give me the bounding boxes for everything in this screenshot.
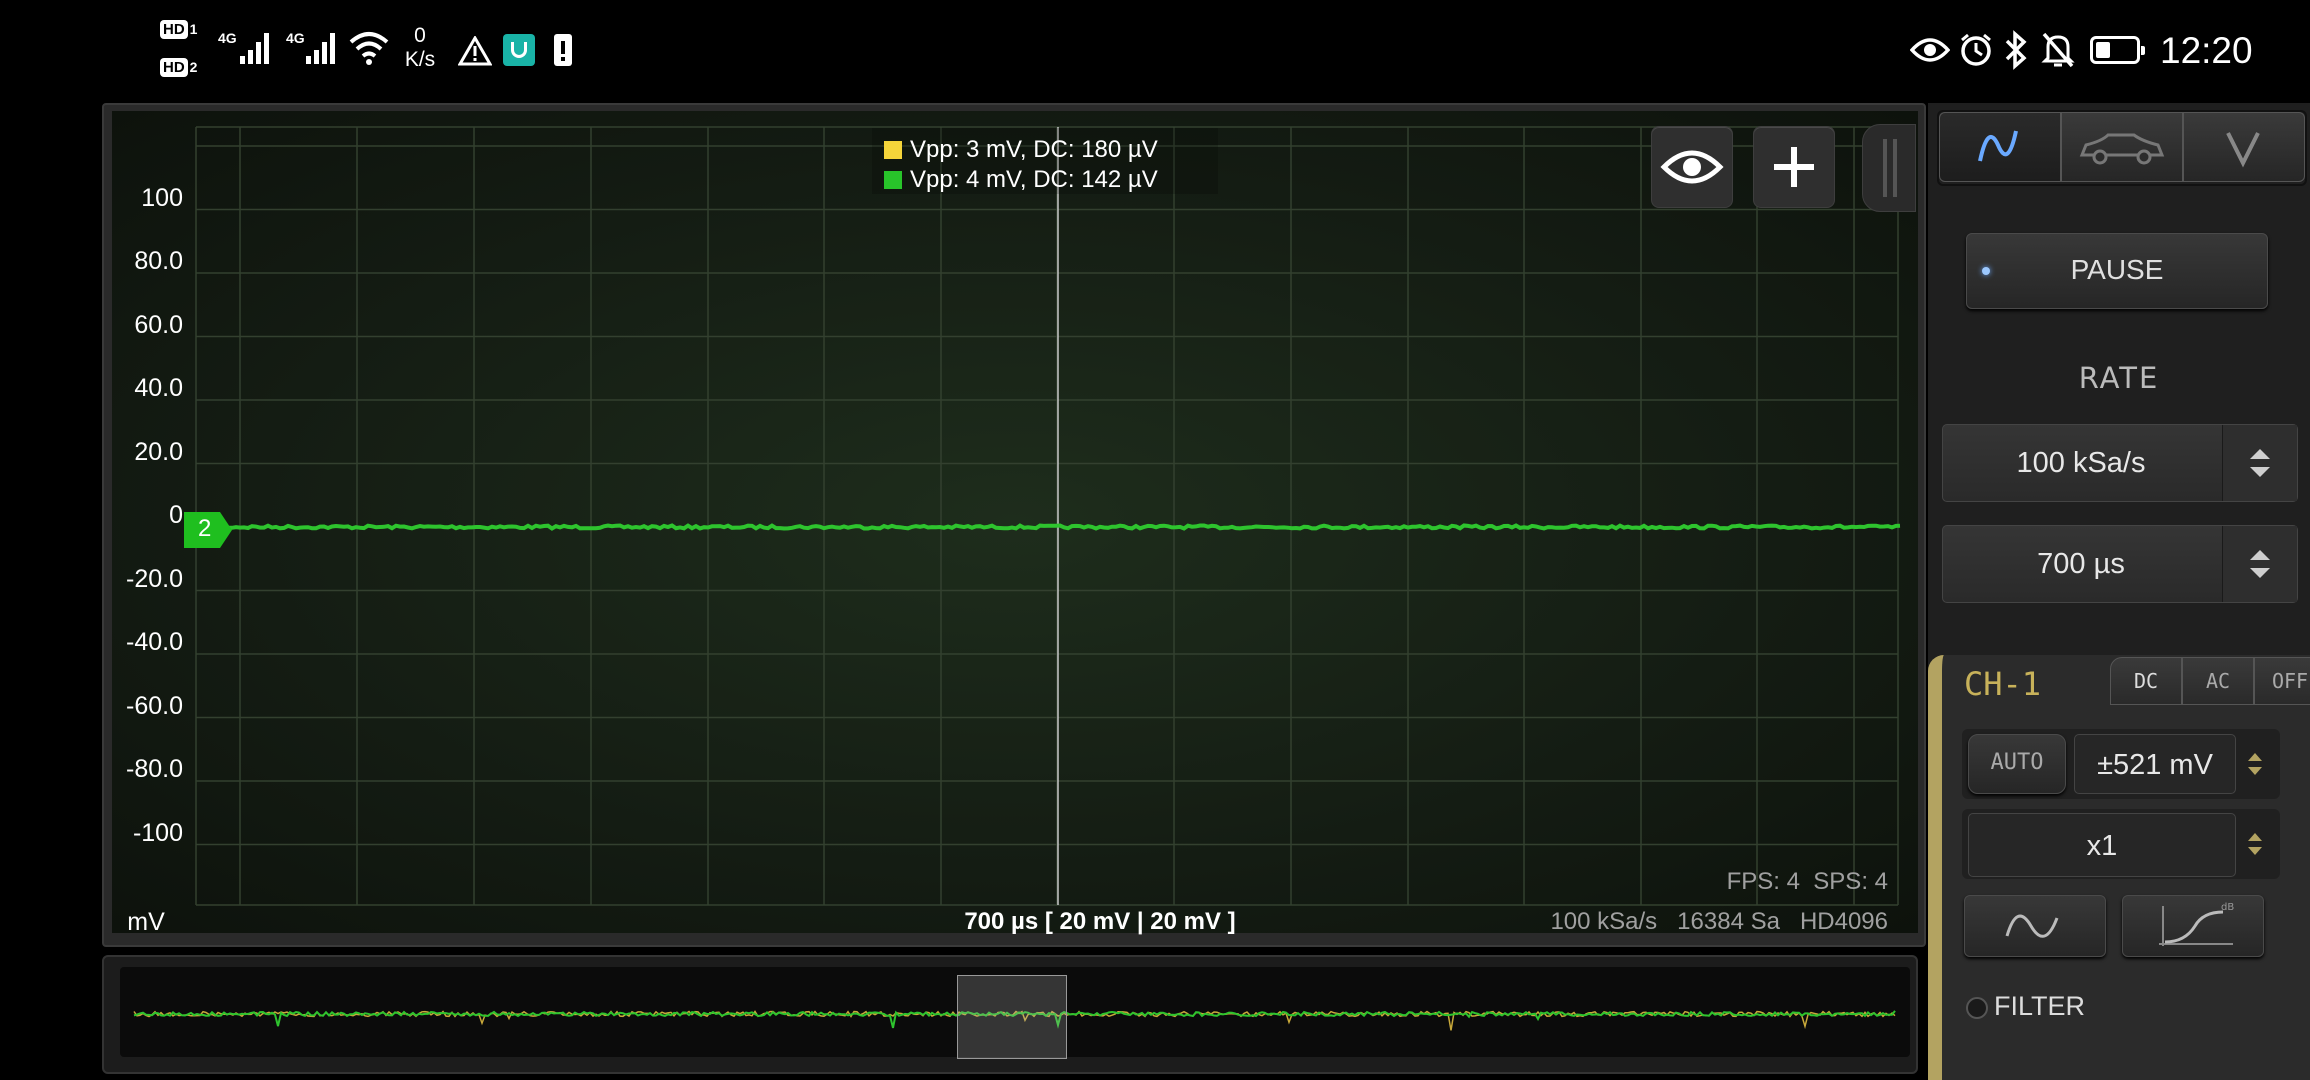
coupling-ac-button[interactable]: AC (2182, 657, 2254, 705)
y-tick-label: -40.0 (126, 628, 183, 656)
channel-2-trace (198, 523, 1901, 531)
eye-icon (1660, 150, 1724, 184)
timebase-readout: 700 µs [ 20 mV | 20 mV ] (964, 908, 1236, 935)
range-select[interactable]: ±521 mV (2074, 734, 2236, 794)
channel-2-marker[interactable]: 2 (184, 512, 234, 553)
up-down-arrows-icon (2250, 550, 2270, 578)
filter-indicator[interactable] (1966, 997, 1988, 1019)
plus-icon (1774, 147, 1814, 187)
sample-rate-value: 100 kSa/s (2016, 447, 2146, 479)
probe-value: x1 (2086, 830, 2118, 862)
tab-voltmeter[interactable] (2183, 112, 2305, 182)
overview-viewport-window[interactable] (957, 975, 1067, 1059)
filter-response-button[interactable]: dB (2122, 895, 2264, 957)
y-tick-label: -20.0 (126, 564, 183, 593)
sine-wave-icon (1978, 130, 2018, 162)
pause-label: PAUSE (2070, 254, 2164, 285)
channel-1-title: CH-1 (1964, 665, 2042, 703)
auto-label: AUTO (1990, 750, 2044, 775)
view-toggle-button[interactable] (1651, 126, 1733, 208)
legend-swatch-ch1 (884, 141, 902, 159)
legend-text-ch2: Vpp: 4 mV, DC: 142 µV (910, 166, 1158, 193)
sample-rate-spinner[interactable] (2222, 425, 2297, 501)
filter-curve-icon: dB (2159, 902, 2234, 946)
coupling-selector: DC AC OFF (2110, 657, 2310, 705)
fps-sps-readout: FPS: 4 SPS: 4 (1726, 868, 1888, 895)
tab-oscilloscope[interactable] (1939, 112, 2061, 182)
voltmeter-icon (2226, 132, 2260, 168)
y-tick-label: -80.0 (126, 755, 183, 783)
channel-2-marker-label: 2 (198, 515, 212, 542)
time-div-value: 700 µs (2037, 548, 2125, 580)
time-div-select[interactable]: 700 µs (1942, 525, 2298, 603)
probe-select[interactable]: x1 (1968, 813, 2236, 877)
sample-info-readout: 100 kSa/s 16384 Sa HD4096 (1550, 908, 1888, 935)
y-tick-label: -100 (132, 818, 183, 847)
y-tick-label: 100 (141, 183, 183, 212)
legend-swatch-ch2 (884, 171, 902, 189)
y-tick-label: 80.0 (134, 247, 183, 275)
waveform-mode-button[interactable] (1964, 895, 2106, 957)
tab-automotive[interactable] (2061, 112, 2183, 182)
y-tick-label: 60.0 (134, 310, 183, 339)
coupling-off-button[interactable]: OFF (2254, 657, 2310, 705)
add-button[interactable] (1753, 126, 1835, 208)
up-down-arrows-icon (2250, 449, 2270, 477)
range-spinner[interactable] (2240, 739, 2270, 789)
y-tick-label: 40.0 (134, 374, 183, 402)
car-icon (2079, 133, 2165, 165)
coupling-dc-button[interactable]: DC (2110, 657, 2182, 705)
mode-tabs (1937, 110, 2307, 186)
panel-drag-handle[interactable] (1862, 124, 1916, 212)
sine-wave-icon (2005, 914, 2059, 938)
y-unit-label: mV (127, 908, 165, 936)
legend-item-ch1: Vpp: 3 mV, DC: 180 µV (884, 136, 1158, 164)
legend-text-ch1: Vpp: 3 mV, DC: 180 µV (910, 136, 1158, 163)
svg-text:dB: dB (2221, 902, 2234, 913)
time-div-spinner[interactable] (2222, 526, 2297, 602)
rate-heading: RATE (2078, 361, 2160, 395)
probe-spinner[interactable] (2240, 819, 2270, 869)
sample-rate-select[interactable]: 100 kSa/s (1942, 424, 2298, 502)
filter-label[interactable]: FILTER (1994, 991, 2085, 1022)
channel-1-panel: CH-1 DC AC OFF AUTO ±521 mV x1 dB FILTER (1928, 655, 2310, 1080)
y-tick-label: 20.0 (134, 437, 183, 466)
auto-range-button[interactable]: AUTO (1968, 734, 2066, 794)
y-tick-label: -60.0 (126, 691, 183, 720)
range-value: ±521 mV (2097, 749, 2213, 781)
legend: Vpp: 3 mV, DC: 180 µV Vpp: 4 mV, DC: 142… (872, 128, 1218, 194)
legend-item-ch2: Vpp: 4 mV, DC: 142 µV (884, 166, 1158, 194)
y-tick-label: 0 (169, 501, 183, 529)
pause-button[interactable]: PAUSE (1966, 233, 2268, 309)
